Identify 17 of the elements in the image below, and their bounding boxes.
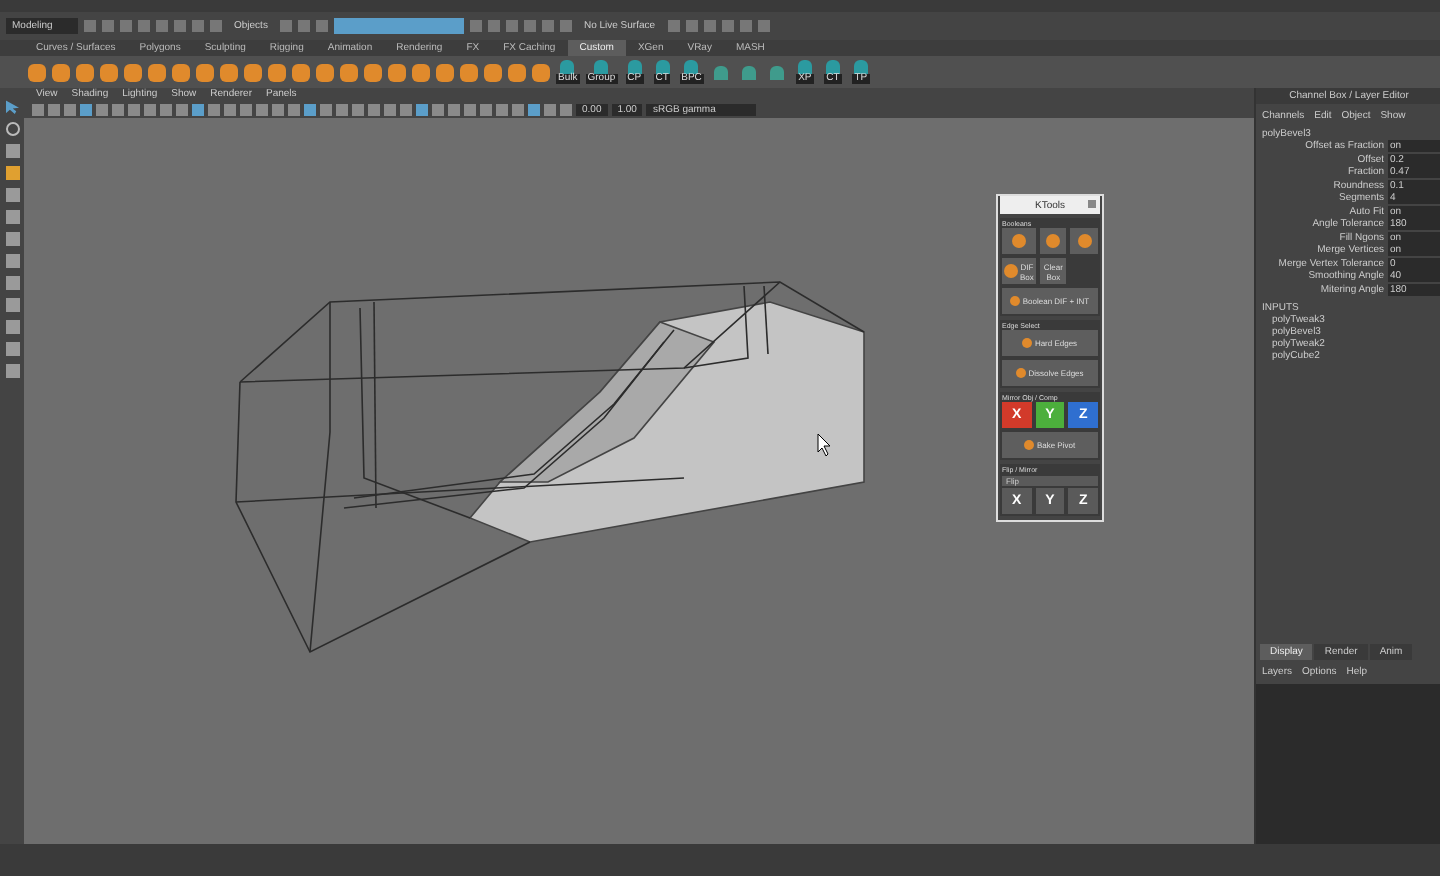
sphere-icon [1046,234,1061,248]
shelf-tool-icon[interactable] [765,65,788,79]
tool-icon [1016,368,1027,378]
mouse-cursor-icon [817,433,831,457]
sphere-icon [1011,234,1026,248]
tool-icon [1024,440,1035,450]
tool-icon [1022,338,1033,348]
boolean-button[interactable] [1002,228,1036,254]
arrow-tool-icon[interactable] [5,100,19,114]
boolean-button[interactable] [1039,228,1067,254]
lasso-tool-icon[interactable] [5,122,19,136]
shelf-tool-icon[interactable] [709,65,732,79]
shelf-tool-icon[interactable] [737,65,760,79]
sphere-icon [1077,234,1092,248]
sphere-icon [1004,264,1018,278]
boolean-button[interactable] [1070,228,1098,254]
tool-icon [1010,296,1021,306]
